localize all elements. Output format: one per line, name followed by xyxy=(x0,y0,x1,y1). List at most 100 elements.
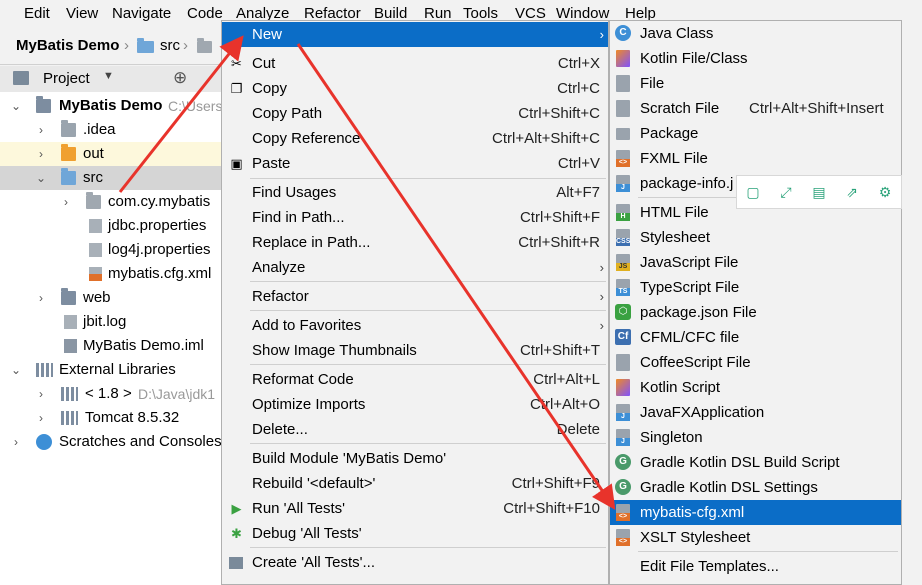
tree-row-idea[interactable]: › .idea xyxy=(0,118,230,142)
submenu-item-package-json[interactable]: ⬡ package.json File xyxy=(610,300,901,325)
submenu-item-mybatis-cfg[interactable]: <> mybatis-cfg.xml xyxy=(610,500,901,525)
submenu-item-kotlin-script[interactable]: Kotlin Script xyxy=(610,375,901,400)
menu-item-copy-reference[interactable]: Copy Reference Ctrl+Alt+Shift+C xyxy=(222,126,608,151)
shortcut-cut: Ctrl+X xyxy=(557,55,600,72)
gradle-build-label: Gradle Kotlin DSL Build Script xyxy=(640,454,840,471)
tree-row-package[interactable]: › com.cy.mybatis xyxy=(0,190,230,214)
menu-item-debug-tests[interactable]: ✱ Debug 'All Tests' xyxy=(222,521,608,546)
tree-jdk-path: D:\Java\jdk1 xyxy=(138,386,216,402)
menu-edit[interactable]: Edit xyxy=(24,5,50,22)
xslt-label: XSLT Stylesheet xyxy=(640,529,751,546)
settings-gear-icon[interactable]: ⚙ xyxy=(877,184,893,200)
save-icon[interactable]: ▤ xyxy=(811,184,827,200)
submenu-item-gradle-build[interactable]: G Gradle Kotlin DSL Build Script xyxy=(610,450,901,475)
tree-row-mybatis[interactable]: mybatis.cfg.xml xyxy=(0,262,230,286)
tree-row-root[interactable]: ⌄ MyBatis Demo C:\Users xyxy=(0,94,230,118)
tree-row-jdk[interactable]: › < 1.8 > D:\Java\jdk1 xyxy=(0,382,230,406)
floating-toolbar: ▢ ⤢ ▤ ⇗ ⚙ xyxy=(736,175,902,209)
tree-label-tomcat: Tomcat 8.5.32 xyxy=(85,409,180,426)
locate-icon[interactable]: ⊕ xyxy=(173,68,187,88)
submenu-item-xslt[interactable]: <> XSLT Stylesheet xyxy=(610,525,901,550)
caret-down-icon[interactable]: ▼ xyxy=(103,70,114,82)
menu-item-cut[interactable]: ✂ Cut Ctrl+X xyxy=(222,51,608,76)
menu-item-create-config[interactable]: Create 'All Tests'... xyxy=(222,550,608,575)
package-label: Package xyxy=(640,125,699,142)
package-info-label: package-info.j xyxy=(640,175,734,192)
chevron-right-icon[interactable]: › xyxy=(35,142,47,166)
xml-file-icon xyxy=(89,267,102,281)
chevron-right-icon[interactable]: › xyxy=(35,286,47,310)
menu-view[interactable]: View xyxy=(66,5,98,22)
submenu-item-typescript[interactable]: TS TypeScript File xyxy=(610,275,901,300)
tree-row-tomcat[interactable]: › Tomcat 8.5.32 xyxy=(0,406,230,430)
submenu-item-coffeescript[interactable]: CoffeeScript File xyxy=(610,350,901,375)
nav-crumb-src[interactable]: src xyxy=(160,37,180,54)
menu-item-build-module[interactable]: Build Module 'MyBatis Demo' xyxy=(222,446,608,471)
menu-item-refactor[interactable]: Refactor › xyxy=(222,284,608,309)
tree-row-log4j[interactable]: log4j.properties xyxy=(0,238,230,262)
submenu-item-edit-templates[interactable]: Edit File Templates... xyxy=(610,554,901,579)
menu-item-run-tests[interactable]: ▶ Run 'All Tests' Ctrl+Shift+F10 xyxy=(222,496,608,521)
xml-file-icon: <> xyxy=(616,504,630,521)
ts-tag: TS xyxy=(616,288,630,296)
menu-item-optimize-imports-label: Optimize Imports xyxy=(252,396,366,413)
tree-row-extlibs[interactable]: ⌄ External Libraries xyxy=(0,358,230,382)
tree-row-jdbc[interactable]: jdbc.properties xyxy=(0,214,230,238)
submenu-item-kotlin-file[interactable]: Kotlin File/Class xyxy=(610,46,901,71)
package-json-label: package.json File xyxy=(640,304,757,321)
menu-item-copy[interactable]: ❐ Copy Ctrl+C xyxy=(222,76,608,101)
shortcut-scratch-file: Ctrl+Alt+Shift+Insert xyxy=(749,100,884,117)
tree-row-jbit[interactable]: jbit.log xyxy=(0,310,230,334)
menu-item-new[interactable]: New › xyxy=(222,22,608,47)
menu-item-analyze[interactable]: Analyze › xyxy=(222,255,608,280)
menu-item-reformat[interactable]: Reformat Code Ctrl+Alt+L xyxy=(222,367,608,392)
fxml-file-icon: <> xyxy=(616,150,630,167)
css-tag: CSS xyxy=(616,238,631,246)
menu-item-replace-in-path[interactable]: Replace in Path... Ctrl+Shift+R xyxy=(222,230,608,255)
menu-item-paste[interactable]: ▣ Paste Ctrl+V xyxy=(222,151,608,176)
menu-item-add-to-favorites[interactable]: Add to Favorites › xyxy=(222,313,608,338)
chevron-right-icon[interactable]: › xyxy=(35,118,47,142)
chevron-right-icon[interactable]: › xyxy=(35,382,47,406)
submenu-item-javascript[interactable]: JS JavaScript File xyxy=(610,250,901,275)
menu-item-copy-path[interactable]: Copy Path Ctrl+Shift+C xyxy=(222,101,608,126)
tree-row-web[interactable]: › web xyxy=(0,286,230,310)
shortcut-delete: Delete xyxy=(556,421,600,438)
menu-item-optimize-imports[interactable]: Optimize Imports Ctrl+Alt+O xyxy=(222,392,608,417)
menu-item-delete[interactable]: Delete... Delete xyxy=(222,417,608,442)
menu-navigate[interactable]: Navigate xyxy=(112,5,171,22)
share-icon[interactable]: ⇗ xyxy=(844,184,860,200)
tree-row-out[interactable]: › out xyxy=(0,142,230,166)
expand-icon[interactable]: ⤢ xyxy=(778,184,794,200)
project-panel-title[interactable]: Project xyxy=(43,70,90,87)
copy-icon[interactable]: ▢ xyxy=(745,184,761,200)
tree-row-src[interactable]: ⌄ src xyxy=(0,166,230,190)
menu-item-find-usages[interactable]: Find Usages Alt+F7 xyxy=(222,180,608,205)
submenu-item-javafx[interactable]: J JavaFXApplication xyxy=(610,400,901,425)
chevron-down-icon[interactable]: ⌄ xyxy=(10,94,22,118)
submenu-item-file[interactable]: File xyxy=(610,71,901,96)
chevron-right-icon[interactable]: › xyxy=(60,190,72,214)
chevron-right-icon[interactable]: › xyxy=(35,406,47,430)
nav-project[interactable]: MyBatis Demo xyxy=(16,37,119,54)
chevron-down-icon[interactable]: ⌄ xyxy=(10,358,22,382)
menu-item-find-in-path[interactable]: Find in Path... Ctrl+Shift+F xyxy=(222,205,608,230)
chevron-right-icon[interactable]: › xyxy=(10,430,22,454)
submenu-item-package[interactable]: Package xyxy=(610,121,901,146)
menu-code[interactable]: Code xyxy=(187,5,223,22)
submenu-item-gradle-settings[interactable]: G Gradle Kotlin DSL Settings xyxy=(610,475,901,500)
tree-row-scratches[interactable]: › Scratches and Consoles xyxy=(0,430,230,454)
menu-item-rebuild[interactable]: Rebuild '<default>' Ctrl+Shift+F9 xyxy=(222,471,608,496)
shortcut-copy-reference: Ctrl+Alt+Shift+C xyxy=(492,130,600,147)
menu-item-show-thumbnails[interactable]: Show Image Thumbnails Ctrl+Shift+T xyxy=(222,338,608,363)
submenu-item-fxml[interactable]: <> FXML File xyxy=(610,146,901,171)
fxml-tag: <> xyxy=(616,159,630,167)
submenu-item-cfml[interactable]: Cf CFML/CFC file xyxy=(610,325,901,350)
submenu-item-singleton[interactable]: J Singleton xyxy=(610,425,901,450)
submenu-item-java-class[interactable]: C Java Class xyxy=(610,21,901,46)
submenu-item-scratch-file[interactable]: Scratch File Ctrl+Alt+Shift+Insert xyxy=(610,96,901,121)
chevron-down-icon[interactable]: ⌄ xyxy=(35,166,47,190)
submenu-item-stylesheet[interactable]: CSS Stylesheet xyxy=(610,225,901,250)
tree-row-iml[interactable]: MyBatis Demo.iml xyxy=(0,334,230,358)
scratches-icon xyxy=(36,434,52,450)
